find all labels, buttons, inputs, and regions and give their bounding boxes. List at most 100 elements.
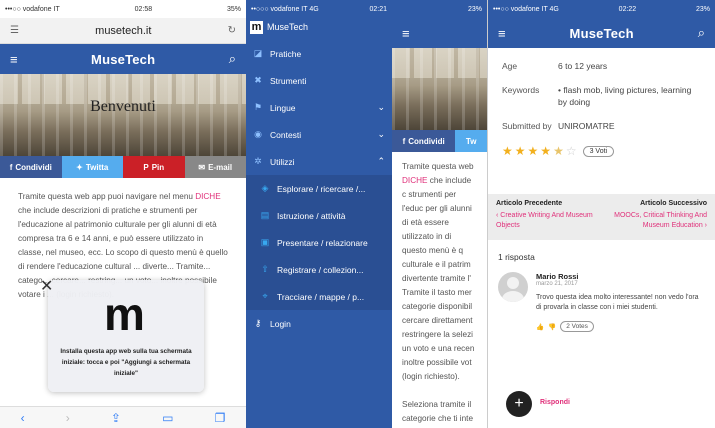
comment-body: Mario Rossi marzo 21, 2017 Trovo questa … — [536, 272, 705, 332]
chevron-down-icon: ⌄ — [377, 129, 385, 139]
submenu-item-presentare[interactable]: ▣ Presentare / relazionare — [246, 229, 392, 256]
chevron-down-icon: ⌄ — [377, 102, 385, 112]
phone-article-screen: •••○○ vodafone IT 4G 02:22 23% ≡ MuseTec… — [487, 0, 715, 428]
votes-badge: 3 Voti — [582, 145, 615, 157]
phone-home-partial: 23% ≡ f Condividi Tw Tramite questa web D… — [392, 0, 487, 428]
empty-star-icon[interactable]: ☆ — [566, 144, 577, 158]
reader-icon[interactable]: ☰ — [10, 25, 19, 36]
comment-date: marzo 21, 2017 — [536, 281, 578, 287]
brand-name: MuseTech — [267, 22, 309, 32]
globe-icon: ◉ — [254, 129, 262, 139]
battery-text: 23% — [467, 5, 482, 13]
half-star-icon[interactable]: ★ — [553, 144, 564, 158]
share-pin-button[interactable]: P Pin — [123, 156, 185, 178]
tools-icon: ✖ — [254, 75, 262, 85]
twitter-icon: ✦ — [76, 162, 83, 172]
hamburger-menu-icon[interactable]: ≡ — [10, 52, 18, 67]
mail-icon: ✉ — [198, 162, 206, 172]
intro-text-tail: Seleziona tramite il categorie che ti in… — [402, 400, 474, 423]
reload-icon[interactable]: ↻ — [228, 25, 236, 36]
share-email-button[interactable]: ✉ E-mail — [184, 156, 246, 178]
menu-item-login[interactable]: ⚷ Login — [246, 310, 392, 337]
menu-item-label: Contesti — [270, 129, 302, 140]
share-icon[interactable]: ⇪ — [111, 411, 121, 425]
diche-link[interactable]: DICHE — [402, 176, 427, 185]
tabs-icon[interactable]: ❐ — [215, 411, 226, 425]
url-text[interactable]: musetech.it — [95, 25, 151, 37]
back-icon[interactable]: ‹ — [21, 411, 25, 425]
star-icon[interactable]: ★ — [502, 144, 513, 158]
app-header: ≡ — [392, 18, 487, 48]
hamburger-menu-icon[interactable]: ≡ — [498, 26, 506, 41]
rating-stars[interactable]: ★ ★ ★ ★ ★ ☆ 3 Voti — [488, 144, 715, 158]
forward-icon[interactable]: › — [66, 411, 70, 425]
star-icon[interactable]: ★ — [540, 144, 551, 158]
thumbs-up-icon[interactable]: 👍 — [536, 323, 544, 331]
app-header: ≡ MuseTech ⌕ — [0, 44, 246, 74]
diche-link[interactable]: DICHE — [195, 192, 220, 201]
share-twitter-button[interactable]: Tw — [455, 130, 487, 152]
share-facebook-label: Condividi — [15, 162, 52, 172]
age-value: 6 to 12 years — [558, 61, 608, 71]
bookmarks-icon[interactable]: ▭ — [162, 411, 173, 425]
share-facebook-button[interactable]: f Condividi — [0, 156, 62, 178]
avatar — [498, 272, 528, 302]
flag-icon: ⚑ — [253, 102, 263, 112]
article-meta: Age 6 to 12 years Keywords • flash mob, … — [488, 48, 715, 132]
menu-item-label: Lingue — [270, 102, 296, 113]
menu-item-label: Login — [270, 318, 291, 329]
search-icon[interactable]: ⌕ — [698, 25, 705, 41]
share-twitter-button[interactable]: ✦ Twitta — [61, 156, 123, 178]
thumbs-down-icon[interactable]: 👎 — [548, 323, 556, 331]
app-header: ≡ MuseTech ⌕ — [488, 18, 715, 48]
menu-item-pratiche[interactable]: ◪ Pratiche — [246, 40, 392, 67]
key-icon: ⚷ — [254, 318, 262, 328]
previous-article-link[interactable]: ‹ Creative Writing And Museum Objects — [496, 211, 602, 231]
keywords-value[interactable]: • flash mob, living pictures, learning b… — [558, 84, 701, 108]
app-title: MuseTech — [569, 25, 634, 41]
carrier-text: •••○○ vodafone IT 4G — [493, 5, 559, 13]
share-twitter-label: Twitta — [85, 162, 109, 172]
submenu-item-istruzione[interactable]: ▤ Istruzione / attività — [246, 202, 392, 229]
submenu-item-tracciare[interactable]: ⌖ Tracciare / mappe / p... — [246, 283, 392, 310]
share-twitter-label: Tw — [465, 136, 477, 146]
menu-item-utilizzi[interactable]: ✲ Utilizzi ⌃ — [246, 148, 392, 175]
menu-item-contesti[interactable]: ◉ Contesti ⌄ — [246, 121, 392, 148]
star-icon[interactable]: ★ — [515, 144, 526, 158]
compass-icon: ◈ — [261, 183, 269, 193]
phone-home-screen: •••○○ vodafone IT 02:58 35% ☰ musetech.i… — [0, 0, 246, 428]
share-facebook-button[interactable]: f Condividi — [392, 130, 456, 152]
share-bar: f Condividi Tw — [392, 130, 487, 152]
app-title: MuseTech — [91, 51, 156, 67]
intro-text: Tramite questa web DICHE che include c s… — [392, 152, 487, 428]
brand-logo-icon: m — [250, 20, 263, 34]
meta-row-submitted: Submitted by UNIROMATRE — [502, 120, 701, 132]
intro-text-start: Tramite questa web app puoi navigare nel… — [18, 192, 196, 201]
clock-text: 02:58 — [134, 5, 153, 13]
submenu-item-esplorare[interactable]: ◈ Esplorare / ricercare /... — [246, 175, 392, 202]
search-icon[interactable]: ⌕ — [229, 51, 236, 67]
chevron-up-icon: ⌃ — [377, 156, 385, 166]
app-logo: m — [104, 288, 145, 340]
status-bar: •••○○ vodafone IT 02:58 35% — [0, 0, 246, 18]
menu-item-label: Pratiche — [270, 48, 302, 59]
submitted-value[interactable]: UNIROMATRE — [558, 120, 701, 132]
carrier-text: ••○○○ vodafone IT 4G — [251, 5, 319, 13]
add-comment-button[interactable]: + — [506, 391, 532, 417]
browser-toolbar: ‹ › ⇪ ▭ ❐ — [0, 406, 246, 428]
submitted-label: Submitted by — [502, 121, 552, 131]
pinterest-icon: P — [143, 162, 149, 172]
next-article-link[interactable]: MOOCs, Critical Thinking And Museum Educ… — [602, 211, 707, 231]
phone-menu-screen: ••○○○ vodafone IT 4G 02:21 m MuseTech ◪ P… — [246, 0, 392, 428]
hamburger-menu-icon[interactable]: ≡ — [402, 26, 410, 41]
menu-item-lingue[interactable]: ⚑ Lingue ⌄ — [246, 94, 392, 121]
menu-item-strumenti[interactable]: ✖ Strumenti — [246, 67, 392, 94]
submenu-item-label: Registrare / collezion... — [277, 264, 364, 275]
browser-url-bar[interactable]: ☰ musetech.it ↻ — [0, 18, 246, 44]
reply-link[interactable]: Rispondi — [540, 399, 570, 406]
clock-text: 02:22 — [618, 5, 637, 13]
star-icon[interactable]: ★ — [528, 144, 539, 158]
close-icon[interactable]: ✕ — [40, 276, 53, 296]
submenu-item-registrare[interactable]: ⇧ Registrare / collezion... — [246, 256, 392, 283]
install-app-popup: ✕ m Installa questa app web sulla tua sc… — [40, 278, 204, 392]
